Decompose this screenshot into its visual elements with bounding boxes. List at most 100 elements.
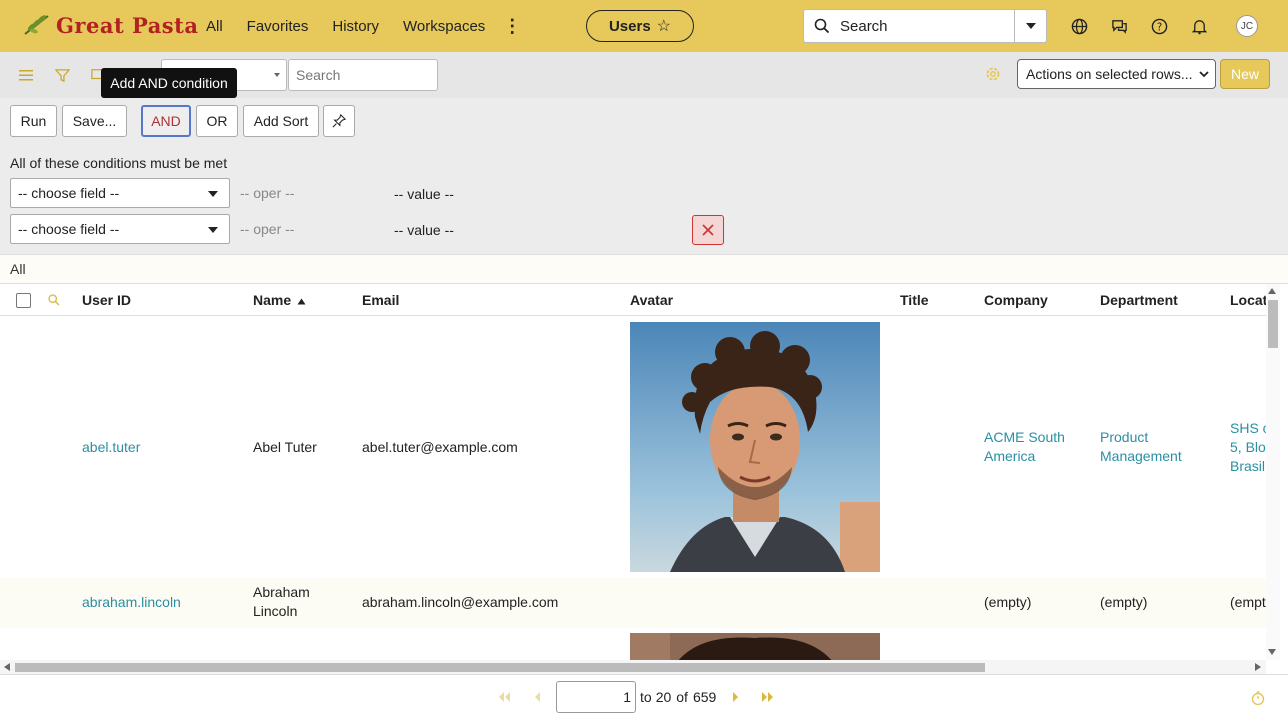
stopwatch-icon[interactable] (1251, 691, 1265, 705)
col-department[interactable]: Department (1100, 292, 1178, 308)
chat-icon[interactable] (1108, 12, 1130, 40)
save-button[interactable]: Save... (62, 105, 127, 137)
operator-placeholder-2[interactable]: -- oper -- (240, 221, 294, 237)
actions-select[interactable]: Actions on selected rows... (1017, 59, 1216, 89)
scroll-right-icon[interactable] (1255, 663, 1261, 671)
logo-text: Great Pasta (56, 12, 199, 38)
star-icon[interactable]: ☆ (657, 16, 671, 36)
conditions-heading: All of these conditions must be met (10, 155, 228, 171)
search-input[interactable]: Search (840, 18, 1014, 35)
col-title[interactable]: Title (900, 292, 929, 308)
pagination-to: to (640, 689, 652, 705)
pin-button[interactable] (323, 105, 355, 137)
col-location[interactable]: Locat (1230, 292, 1266, 308)
table-header: User ID Name Email Avatar Title Company … (0, 284, 1266, 316)
actions-select-value: Actions on selected rows... (1026, 66, 1193, 82)
column-search-icon[interactable] (48, 294, 60, 306)
delete-condition-button[interactable] (692, 215, 724, 245)
user-email: abel.tuter@example.com (362, 439, 518, 455)
list-search-input[interactable]: Search (288, 59, 438, 91)
vertical-scroll-thumb[interactable] (1268, 300, 1278, 348)
more-menu-icon[interactable]: ⋮ (503, 16, 521, 37)
nav-history[interactable]: History (332, 18, 379, 35)
previous-page-icon[interactable] (533, 691, 541, 703)
hamburger-icon[interactable] (17, 66, 35, 84)
nav-workspaces[interactable]: Workspaces (403, 18, 485, 35)
gear-icon[interactable] (984, 65, 1002, 83)
user-name-line-2: Lincoln (253, 603, 298, 619)
breadcrumb-all[interactable]: All (10, 261, 26, 277)
context-title-pill[interactable]: Users ☆ (586, 10, 694, 42)
col-name-label: Name (253, 292, 292, 308)
main-nav: All Favorites History Workspaces ⋮ (206, 0, 545, 52)
pagination-footer: 1 to 20 of 659 (0, 674, 1288, 718)
col-avatar[interactable]: Avatar (630, 292, 673, 308)
user-name: Abraham Lincoln (253, 583, 310, 621)
pagination-of: of (676, 689, 688, 705)
company-empty: (empty) (984, 594, 1032, 610)
add-sort-button[interactable]: Add Sort (243, 105, 319, 137)
avatar-photo (630, 322, 880, 572)
page-number-input[interactable]: 1 (556, 681, 636, 713)
choose-field-select-1[interactable]: -- choose field -- (10, 178, 230, 208)
horizontal-scroll-thumb[interactable] (15, 663, 985, 672)
first-page-icon[interactable] (497, 691, 511, 703)
search-icon (814, 18, 830, 34)
user-id-link[interactable]: abraham.lincoln (82, 593, 181, 612)
table-row (0, 628, 1266, 660)
pin-icon (332, 114, 346, 128)
value-placeholder-1[interactable]: -- value -- (394, 186, 454, 202)
company-logo[interactable]: Great Pasta (22, 10, 198, 40)
company-link[interactable]: ACME South America (984, 428, 1065, 466)
and-button[interactable]: AND (141, 105, 191, 137)
choose-field-select-2[interactable]: -- choose field -- (10, 214, 230, 244)
col-email[interactable]: Email (362, 292, 399, 308)
table-row: abraham.lincoln Abraham Lincoln abraham.l… (0, 578, 1266, 628)
location-link[interactable]: SHS c 5, Blo Brasil (1230, 419, 1266, 476)
tooltip: Add AND condition (101, 68, 237, 98)
nav-favorites[interactable]: Favorites (247, 18, 309, 35)
company-line-1: ACME South (984, 429, 1065, 445)
users-table: User ID Name Email Avatar Title Company … (0, 284, 1266, 660)
chevron-down-icon (1199, 71, 1209, 78)
run-button[interactable]: Run (10, 105, 57, 137)
new-button[interactable]: New (1220, 59, 1270, 89)
help-icon[interactable]: ? (1148, 12, 1170, 40)
col-name[interactable]: Name (253, 292, 306, 308)
bell-icon[interactable] (1188, 12, 1210, 40)
select-all-checkbox[interactable] (16, 293, 31, 308)
nav-all[interactable]: All (206, 18, 223, 35)
department-link[interactable]: Product Management (1100, 428, 1182, 466)
global-search[interactable]: Search (803, 9, 1047, 43)
scroll-down-icon[interactable] (1268, 649, 1276, 655)
department-line-1: Product (1100, 429, 1149, 445)
svg-text:?: ? (1156, 21, 1162, 33)
context-title: Users (608, 17, 651, 35)
last-page-icon[interactable] (761, 691, 775, 703)
header-icons: ? (1068, 12, 1228, 40)
caret-down-icon (1025, 23, 1036, 29)
table-row: abel.tuter Abel Tuter abel.tuter@example… (0, 316, 1266, 578)
filter-icon[interactable] (53, 66, 71, 84)
choose-field-label: -- choose field -- (18, 221, 120, 237)
next-page-icon[interactable] (732, 691, 740, 703)
pagination-to-value: 20 (655, 689, 672, 705)
pager: 1 to 20 of 659 (497, 681, 775, 713)
location-line-1: SHS c (1230, 420, 1266, 436)
top-header: Great Pasta All Favorites History Worksp… (0, 0, 1288, 52)
user-email: abraham.lincoln@example.com (362, 594, 559, 610)
avatar-photo (630, 633, 880, 660)
col-user-id[interactable]: User ID (82, 292, 131, 308)
scroll-left-icon[interactable] (4, 663, 10, 671)
breadcrumb: All (0, 254, 1288, 284)
scroll-up-icon[interactable] (1268, 288, 1276, 294)
or-button[interactable]: OR (196, 105, 238, 137)
col-company[interactable]: Company (984, 292, 1048, 308)
value-placeholder-2[interactable]: -- value -- (394, 222, 454, 238)
search-scope-dropdown[interactable] (1014, 10, 1046, 42)
wheat-icon (24, 15, 49, 35)
globe-icon[interactable] (1068, 12, 1090, 40)
user-id-link[interactable]: abel.tuter (82, 438, 140, 457)
user-avatar[interactable]: JC (1236, 15, 1258, 37)
operator-placeholder-1[interactable]: -- oper -- (240, 185, 294, 201)
